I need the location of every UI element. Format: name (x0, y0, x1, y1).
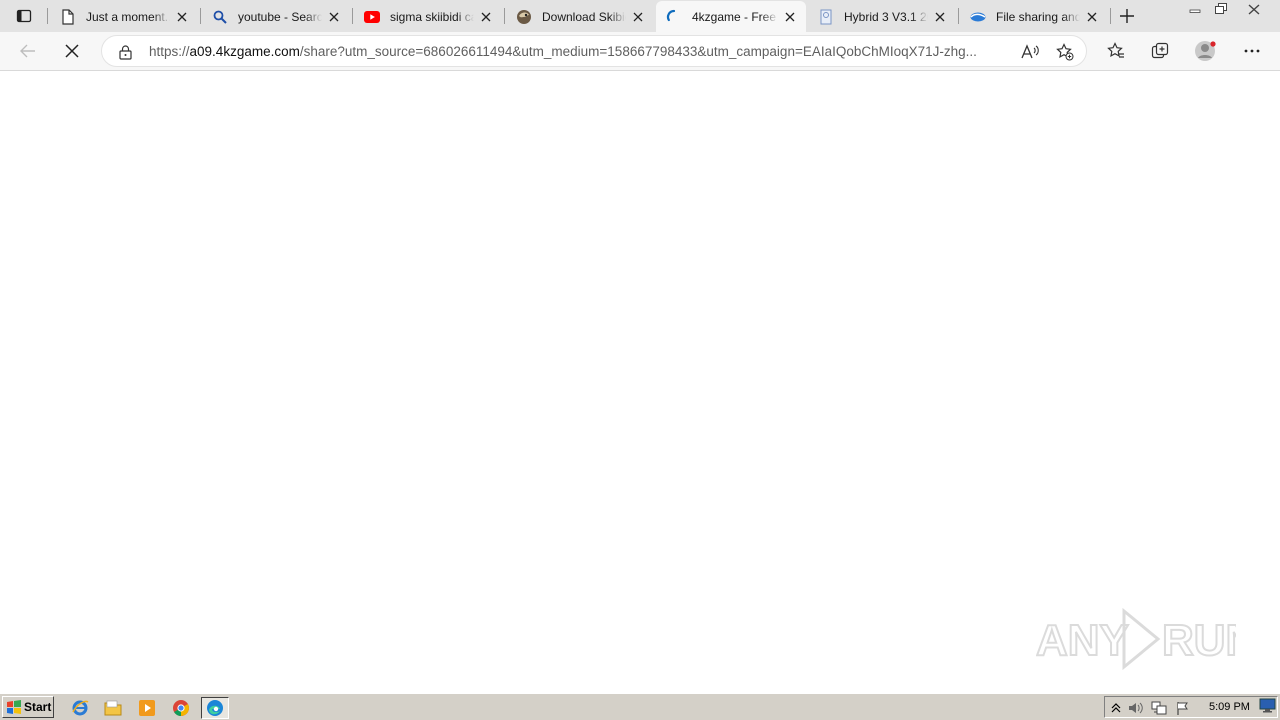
tab-1[interactable]: youtube - Search (202, 1, 350, 32)
media-player-icon (139, 700, 155, 716)
tab-title: 4kzgame - Free Fire (692, 9, 778, 24)
network-icon[interactable] (1151, 700, 1167, 716)
tab-separator (504, 8, 505, 24)
volume-icon[interactable] (1128, 700, 1144, 716)
tab-0[interactable]: Just a moment... (50, 1, 198, 32)
file-icon (818, 9, 834, 25)
tab-separator (352, 8, 353, 24)
chrome-icon (173, 700, 189, 716)
tab-6[interactable]: File sharing and (960, 1, 1108, 32)
explorer-launcher[interactable] (102, 697, 124, 719)
add-favorite-button[interactable] (1053, 40, 1077, 64)
read-aloud-button[interactable] (1018, 40, 1042, 64)
back-button[interactable] (13, 36, 43, 66)
url-host: a09.4kzgame.com (189, 44, 300, 59)
tab-title: Just a moment... (86, 9, 170, 24)
close-window-button[interactable] (1234, 0, 1274, 18)
cloud-icon (970, 9, 986, 25)
window-controls (1182, 0, 1274, 18)
media-player-launcher[interactable] (136, 697, 158, 719)
system-tray: 5:09 PM (1104, 696, 1278, 718)
more-icon (1244, 49, 1260, 53)
internet-explorer-icon (72, 700, 89, 716)
lock-icon[interactable] (116, 43, 134, 61)
tab-3[interactable]: Download Skibidi (506, 1, 654, 32)
edge-icon (207, 700, 223, 716)
minimize-icon (1189, 9, 1201, 13)
tab-5[interactable]: Hybrid 3 V3.1 2023 (808, 1, 956, 32)
ie-launcher[interactable] (69, 697, 91, 719)
close-tab-icon[interactable] (326, 9, 342, 25)
start-label: Start (24, 700, 52, 714)
tab-actions-icon (16, 9, 32, 23)
chrome-launcher[interactable] (170, 697, 192, 719)
tab-title: Hybrid 3 V3.1 2023 (844, 9, 928, 24)
tab-2[interactable]: sigma skiibidi cat (354, 1, 502, 32)
tab-separator (1110, 8, 1111, 24)
tray-expand-icon[interactable] (1108, 700, 1124, 716)
favorites-button[interactable] (1101, 36, 1131, 66)
close-tab-icon[interactable] (174, 9, 190, 25)
minimize-button[interactable] (1182, 0, 1208, 18)
collections-icon (1151, 42, 1169, 59)
tab-actions-button[interactable] (8, 4, 40, 28)
close-tab-icon[interactable] (1084, 9, 1100, 25)
close-tab-icon[interactable] (782, 9, 798, 25)
close-tab-icon[interactable] (630, 9, 646, 25)
tab-title: youtube - Search (238, 9, 322, 24)
tab-title: Download Skibidi (542, 9, 626, 24)
loading-spinner-icon (666, 9, 682, 25)
stop-loading-button[interactable] (57, 36, 87, 66)
url-scheme: https:// (149, 44, 190, 59)
tab-4-active[interactable]: 4kzgame - Free Fire (656, 1, 806, 32)
read-aloud-icon (1021, 44, 1039, 59)
browser-toolbar: https://a09.4kzgame.com/share?utm_source… (0, 32, 1280, 71)
folder-icon (104, 700, 122, 716)
tab-title: sigma skiibidi cat (390, 9, 474, 24)
show-desktop-button[interactable] (1259, 698, 1276, 714)
back-arrow-icon (20, 44, 35, 58)
tab-title: File sharing and (996, 9, 1080, 24)
address-bar[interactable]: https://a09.4kzgame.com/share?utm_source… (101, 35, 1087, 67)
desktop-icon (1259, 698, 1276, 713)
close-icon (1248, 3, 1260, 15)
taskbar: Start 5:09 PM (0, 693, 1280, 720)
tab-separator (47, 8, 48, 24)
collections-button[interactable] (1145, 36, 1175, 66)
url-path: /share?utm_source=686026611494&utm_mediu… (299, 44, 977, 59)
svg-text:RUN: RUN (1162, 616, 1236, 665)
page-content: ANY RUN (0, 71, 1280, 693)
profile-button[interactable] (1191, 36, 1221, 66)
avatar (1195, 41, 1216, 61)
edge-taskbar-button[interactable] (201, 697, 229, 719)
tab-separator (958, 8, 959, 24)
windows-logo-icon (7, 700, 21, 714)
stop-icon (65, 44, 79, 58)
tab-separator (200, 8, 201, 24)
page-icon (60, 8, 76, 25)
star-add-icon (1056, 43, 1074, 61)
clock[interactable]: 5:09 PM (1209, 701, 1250, 713)
tab-strip: Just a moment... youtube - Search sigma … (0, 0, 1280, 32)
favorites-icon (1107, 42, 1124, 58)
close-tab-icon[interactable] (478, 9, 494, 25)
action-center-flag-icon[interactable] (1175, 700, 1191, 716)
youtube-icon (364, 9, 380, 25)
search-icon (212, 9, 228, 25)
restore-icon (1215, 3, 1227, 14)
settings-menu-button[interactable] (1237, 36, 1267, 66)
close-tab-icon[interactable] (932, 9, 948, 25)
url-text[interactable]: https://a09.4kzgame.com/share?utm_source… (149, 44, 1011, 59)
new-tab-button[interactable] (1114, 4, 1140, 28)
site-favicon (516, 9, 532, 25)
svg-text:ANY: ANY (1036, 616, 1129, 665)
start-button[interactable]: Start (2, 696, 54, 718)
restore-button[interactable] (1208, 0, 1234, 18)
plus-icon (1120, 9, 1134, 23)
anyrun-watermark-logo: ANY RUN (1036, 607, 1236, 671)
